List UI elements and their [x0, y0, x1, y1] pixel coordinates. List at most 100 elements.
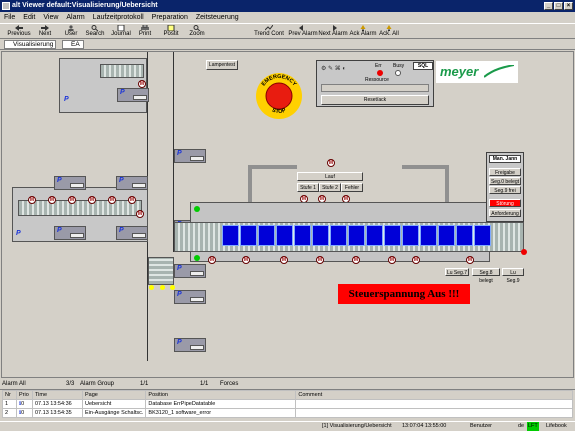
- table-row[interactable]: 2 ℹ0 07.13 13:54:35 Ein-Ausgänge Schalts…: [2, 408, 573, 418]
- motor-icon[interactable]: M: [352, 256, 360, 264]
- next-alarm-button[interactable]: Next Alarm: [316, 25, 350, 39]
- motor-icon[interactable]: M: [28, 196, 36, 204]
- p-box[interactable]: P: [54, 226, 86, 240]
- app-icon: [2, 2, 10, 10]
- stoerung-button[interactable]: Störung: [489, 199, 521, 207]
- motor-icon[interactable]: M: [466, 256, 474, 264]
- motor-icon[interactable]: M: [388, 256, 396, 264]
- lauf-button[interactable]: Lauf: [297, 172, 363, 181]
- p-box[interactable]: P: [174, 290, 206, 304]
- err-led: [377, 70, 383, 76]
- menu-preparation[interactable]: Preparation: [152, 14, 188, 21]
- close-button[interactable]: ×: [564, 2, 573, 10]
- alarm-message: Steuerspannung Aus !!!: [338, 284, 470, 304]
- menu-file[interactable]: File: [4, 14, 15, 21]
- seg8-label[interactable]: Seg.8 belegt: [472, 268, 500, 284]
- tab-alarm-all-count: 3/3: [66, 381, 75, 387]
- stufe2-button[interactable]: Stufe 2: [319, 183, 341, 192]
- emergency-stop-icon[interactable]: EMERGENCY STOP: [255, 72, 303, 120]
- control-panel: Man. Jann Freigabe Seg.0 belegt Seg.9 fr…: [486, 152, 524, 222]
- workpiece: [366, 225, 383, 246]
- motor-icon[interactable]: M: [108, 196, 116, 204]
- anforderung-button[interactable]: Anforderung: [489, 209, 521, 217]
- table-header: Nr Prio Time Page Position Comment: [2, 390, 573, 400]
- stufe1-button[interactable]: Stufe 1: [297, 183, 319, 192]
- col-page[interactable]: Page: [81, 390, 147, 400]
- motor-icon[interactable]: M: [327, 159, 335, 167]
- maximize-button[interactable]: □: [554, 2, 563, 10]
- tab-alarm-group[interactable]: Alarm Group: [80, 379, 114, 389]
- motor-icon[interactable]: M: [136, 210, 144, 218]
- workpiece: [222, 225, 239, 246]
- table-row[interactable]: 1 ℹ0 07.13 13:54:36 Uebersicht Database …: [2, 399, 573, 409]
- fault-led: [521, 249, 527, 255]
- fehler-button[interactable]: Fehler: [341, 183, 363, 192]
- view-select[interactable]: Visualisierung: [4, 40, 56, 49]
- motor-icon[interactable]: M: [242, 256, 250, 264]
- tab-alarm-all[interactable]: Alarm All: [2, 379, 26, 389]
- status-time: 13:07:04 13:55:00: [402, 423, 447, 429]
- conveyor-top: [100, 64, 144, 78]
- trend-cont-button[interactable]: Trend Cont: [250, 25, 288, 39]
- status-lang: de: [518, 423, 525, 429]
- sensor-led: [160, 285, 165, 290]
- workpiece: [474, 225, 491, 246]
- motor-icon[interactable]: M: [316, 256, 324, 264]
- status-user: Benutzer: [470, 423, 493, 429]
- p-box[interactable]: P: [174, 149, 206, 163]
- logo-text: meyer: [440, 64, 479, 79]
- menu-alarm[interactable]: Alarm: [66, 14, 84, 21]
- motor-icon[interactable]: M: [208, 256, 216, 264]
- workpiece: [294, 225, 311, 246]
- ok-led: [194, 255, 200, 261]
- p-box[interactable]: P: [174, 264, 206, 278]
- col-comment[interactable]: Comment: [295, 390, 573, 400]
- minimize-button[interactable]: _: [544, 2, 553, 10]
- reset-ack-button[interactable]: Reset/ack: [321, 95, 429, 105]
- busy-led: [395, 70, 401, 76]
- menu-edit[interactable]: Edit: [23, 14, 35, 21]
- p-box[interactable]: P: [116, 226, 148, 240]
- p-box[interactable]: P: [54, 176, 86, 190]
- motor-icon[interactable]: M: [68, 196, 76, 204]
- alarm-tabs: Alarm All 3/3 Alarm Group 1/1 Forces 1/1: [0, 379, 575, 390]
- seg0-button[interactable]: Seg.0 belegt: [489, 177, 521, 185]
- menu-laufzeitprotokoll[interactable]: Laufzeitprotokoll: [93, 14, 144, 21]
- window-title: alt Viewer default:Visualisierung/Uebers…: [12, 2, 158, 9]
- workpiece: [240, 225, 257, 246]
- tab-alarm-group-count: 1/1: [140, 381, 149, 387]
- ack-all-button[interactable]: Ack. All: [372, 25, 406, 39]
- seg7-label[interactable]: Lu Seg.7: [445, 268, 469, 276]
- menu-view[interactable]: View: [43, 14, 58, 21]
- menu-zeitsteuerung[interactable]: Zeitsteuerung: [196, 14, 239, 21]
- workpiece: [258, 225, 275, 246]
- col-time[interactable]: Time: [32, 390, 83, 400]
- workpiece: [456, 225, 473, 246]
- hmi-canvas: M P P Lampentest EMERGENCY STOP ⚙ ✎ ⌘ ◐ …: [1, 51, 574, 378]
- p-box[interactable]: P: [117, 88, 149, 102]
- motor-icon[interactable]: M: [412, 256, 420, 264]
- workpiece: [276, 225, 293, 246]
- tab-forces[interactable]: Forces: [220, 379, 238, 389]
- col-prio[interactable]: Prio: [16, 390, 33, 400]
- seg9-label[interactable]: Lu Seg.9: [502, 268, 524, 284]
- freigabe-button[interactable]: Freigabe: [489, 168, 521, 176]
- p-box[interactable]: P: [116, 176, 148, 190]
- ea-select[interactable]: EA: [62, 40, 84, 49]
- prev-alarm-button[interactable]: Prev Alarm: [286, 25, 320, 39]
- motor-icon[interactable]: M: [128, 196, 136, 204]
- motor-icon[interactable]: M: [48, 196, 56, 204]
- motor-icon[interactable]: M: [88, 196, 96, 204]
- col-nr[interactable]: Nr: [2, 390, 17, 400]
- lampentest-button[interactable]: Lampentest: [206, 60, 238, 70]
- status-id: SQL: [413, 62, 433, 70]
- p-box[interactable]: P: [174, 338, 206, 352]
- alarm-table: Nr Prio Time Page Position Comment 1 ℹ0 …: [2, 390, 573, 418]
- motor-icon[interactable]: M: [280, 256, 288, 264]
- col-position[interactable]: Position: [145, 390, 297, 400]
- alarm-panel: Alarm All 3/3 Alarm Group 1/1 Forces 1/1…: [0, 379, 575, 421]
- motor-icon[interactable]: M: [138, 80, 146, 88]
- status-page: [1] Visualisierung/Uebersicht: [322, 423, 392, 429]
- zoom-button[interactable]: Zoom: [180, 25, 214, 39]
- seg9-button[interactable]: Seg.9 frei: [489, 186, 521, 194]
